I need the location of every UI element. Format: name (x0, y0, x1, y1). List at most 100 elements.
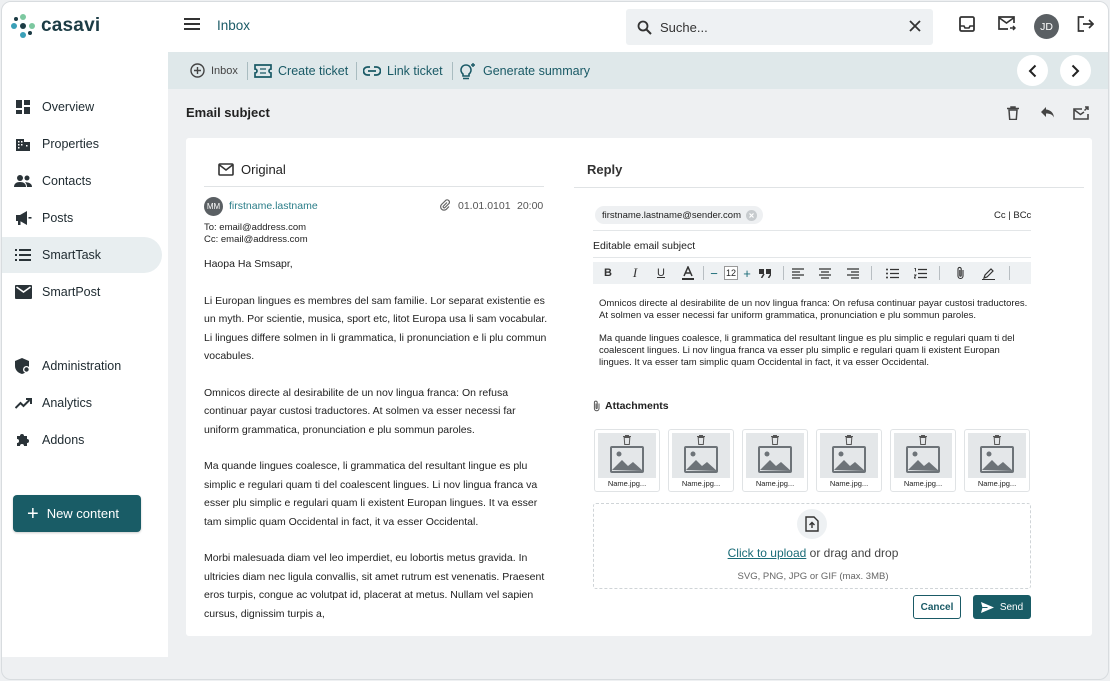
sidebar-item-smartpost[interactable]: SmartPost (2, 274, 162, 310)
delete-attachment-icon[interactable] (697, 435, 705, 445)
reply-editor[interactable]: Omnicos directe al desirabilite de un no… (599, 298, 1029, 381)
top-bar: Inbox JD (168, 2, 1108, 52)
sidebar-item-contacts[interactable]: Contacts (2, 163, 162, 199)
reply-subject-field[interactable]: Editable email subject (593, 240, 695, 252)
generate-summary-button[interactable]: Generate summary (458, 52, 590, 89)
send-button[interactable]: Send (973, 595, 1031, 619)
delete-attachment-icon[interactable] (771, 435, 779, 445)
font-size-increase-icon[interactable]: + (742, 262, 752, 284)
attachment-name: Name.jpg... (755, 479, 795, 488)
attachment-card[interactable]: Name.jpg... (964, 429, 1030, 492)
email-paragraph: Haopa Ha Smsapr, (204, 258, 293, 270)
previous-button[interactable] (1017, 55, 1048, 86)
casavi-logo-icon (10, 13, 36, 39)
cc-bcc-toggle[interactable]: Cc | BCc (994, 210, 1031, 221)
image-placeholder-icon (610, 446, 644, 473)
cancel-button[interactable]: Cancel (913, 595, 961, 619)
font-size-decrease-icon[interactable]: − (709, 262, 719, 284)
email-paragraph: Li Europan lingues es membres del sam fa… (204, 294, 548, 363)
divider (1009, 266, 1010, 280)
divider (204, 186, 544, 187)
attachment-card[interactable]: Name.jpg... (890, 429, 956, 492)
new-content-button[interactable]: + New content (13, 495, 141, 532)
attachment-card[interactable]: Name.jpg... (594, 429, 660, 492)
reply-icon[interactable] (1040, 106, 1055, 118)
align-left-icon[interactable] (791, 262, 805, 284)
delete-attachment-icon[interactable] (845, 435, 853, 445)
delete-attachment-icon[interactable] (919, 435, 927, 445)
clear-search-icon[interactable] (909, 20, 921, 32)
bold-icon[interactable]: B (601, 262, 615, 284)
attachment-card[interactable]: Name.jpg... (816, 429, 882, 492)
remove-recipient-icon[interactable] (746, 209, 758, 221)
attach-file-icon[interactable] (953, 262, 967, 284)
align-center-icon[interactable] (818, 262, 832, 284)
sidebar-item-addons[interactable]: Addons (2, 422, 162, 458)
sender-avatar: MM (204, 197, 223, 216)
user-avatar[interactable]: JD (1034, 14, 1059, 39)
link-ticket-label: Link ticket (387, 63, 443, 78)
email-subject-title: Email subject (186, 105, 270, 120)
sidebar-item-posts[interactable]: Posts (2, 200, 162, 236)
upload-instructions: Click to upload or drag and drop (594, 546, 1032, 560)
font-size-input[interactable]: 12 (724, 266, 738, 280)
italic-icon[interactable]: I (628, 262, 642, 284)
sidebar-item-administration[interactable]: Administration (2, 348, 162, 384)
create-ticket-button[interactable]: Create ticket (254, 52, 348, 89)
inbox-back-button[interactable]: Inbox (190, 52, 238, 89)
divider (783, 266, 784, 280)
inbox-tray-icon[interactable] (959, 16, 975, 32)
recipient-chip[interactable]: firstname.lastname@sender.com (595, 206, 764, 224)
sidebar-item-label: SmartPost (42, 285, 101, 299)
quote-icon[interactable] (756, 262, 774, 284)
hamburger-menu-icon[interactable] (184, 17, 200, 31)
link-icon (363, 65, 381, 76)
sidebar-item-properties[interactable]: Properties (2, 126, 162, 162)
align-right-icon[interactable] (846, 262, 860, 284)
send-label: Send (999, 601, 1024, 613)
search-input[interactable] (660, 19, 880, 35)
sidebar-item-label: Analytics (42, 396, 93, 410)
trash-icon[interactable] (1007, 106, 1019, 120)
eraser-pen-icon[interactable] (981, 262, 995, 284)
attachments-header: Attachments (593, 400, 669, 412)
sidebar-item-analytics[interactable]: Analytics (2, 385, 162, 421)
underline-icon[interactable]: U (654, 262, 668, 284)
link-ticket-button[interactable]: Link ticket (363, 52, 443, 89)
upload-dropzone[interactable]: Click to upload or drag and drop SVG, PN… (593, 503, 1031, 589)
delete-attachment-icon[interactable] (993, 435, 1001, 445)
delete-attachment-icon[interactable] (623, 435, 631, 445)
image-placeholder-icon (684, 446, 718, 473)
bullet-list-icon[interactable] (885, 262, 899, 284)
attachment-card[interactable]: Name.jpg... (742, 429, 808, 492)
text-color-icon[interactable] (681, 262, 695, 284)
sender-link[interactable]: firstname.lastname (229, 200, 318, 212)
logout-icon[interactable] (1077, 16, 1094, 32)
casavi-logo[interactable]: casavi (10, 13, 100, 39)
plus-icon: + (27, 502, 39, 525)
envelope-icon (218, 163, 234, 176)
divider (871, 266, 872, 280)
attachment-card[interactable]: Name.jpg... (668, 429, 734, 492)
mail-export-icon[interactable] (1073, 106, 1089, 120)
mail-forward-icon[interactable] (998, 16, 1016, 31)
upload-file-icon (797, 509, 827, 539)
next-button[interactable] (1060, 55, 1091, 86)
divider (939, 266, 940, 280)
upload-rest-text: or drag and drop (806, 546, 899, 560)
sidebar-item-smarttask[interactable]: SmartTask (2, 237, 162, 273)
image-placeholder-icon (980, 446, 1014, 473)
sidebar: casavi Overview Properties Contacts Post… (2, 2, 168, 657)
original-header: Original (218, 162, 286, 177)
formatting-toolbar: B I U − 12 + (593, 262, 1031, 284)
numbered-list-icon[interactable] (913, 262, 927, 284)
sidebar-item-overview[interactable]: Overview (2, 89, 162, 125)
page-title: Inbox (217, 18, 251, 33)
attachment-name: Name.jpg... (607, 479, 647, 488)
attachment-thumbnail (820, 433, 878, 478)
click-to-upload-link[interactable]: Click to upload (728, 546, 807, 560)
dashboard-icon (14, 98, 32, 116)
sidebar-item-label: Overview (42, 100, 95, 114)
paperclip-icon (440, 199, 450, 211)
email-paragraph: Omnicos directe al desirabilite de un no… (204, 386, 516, 436)
